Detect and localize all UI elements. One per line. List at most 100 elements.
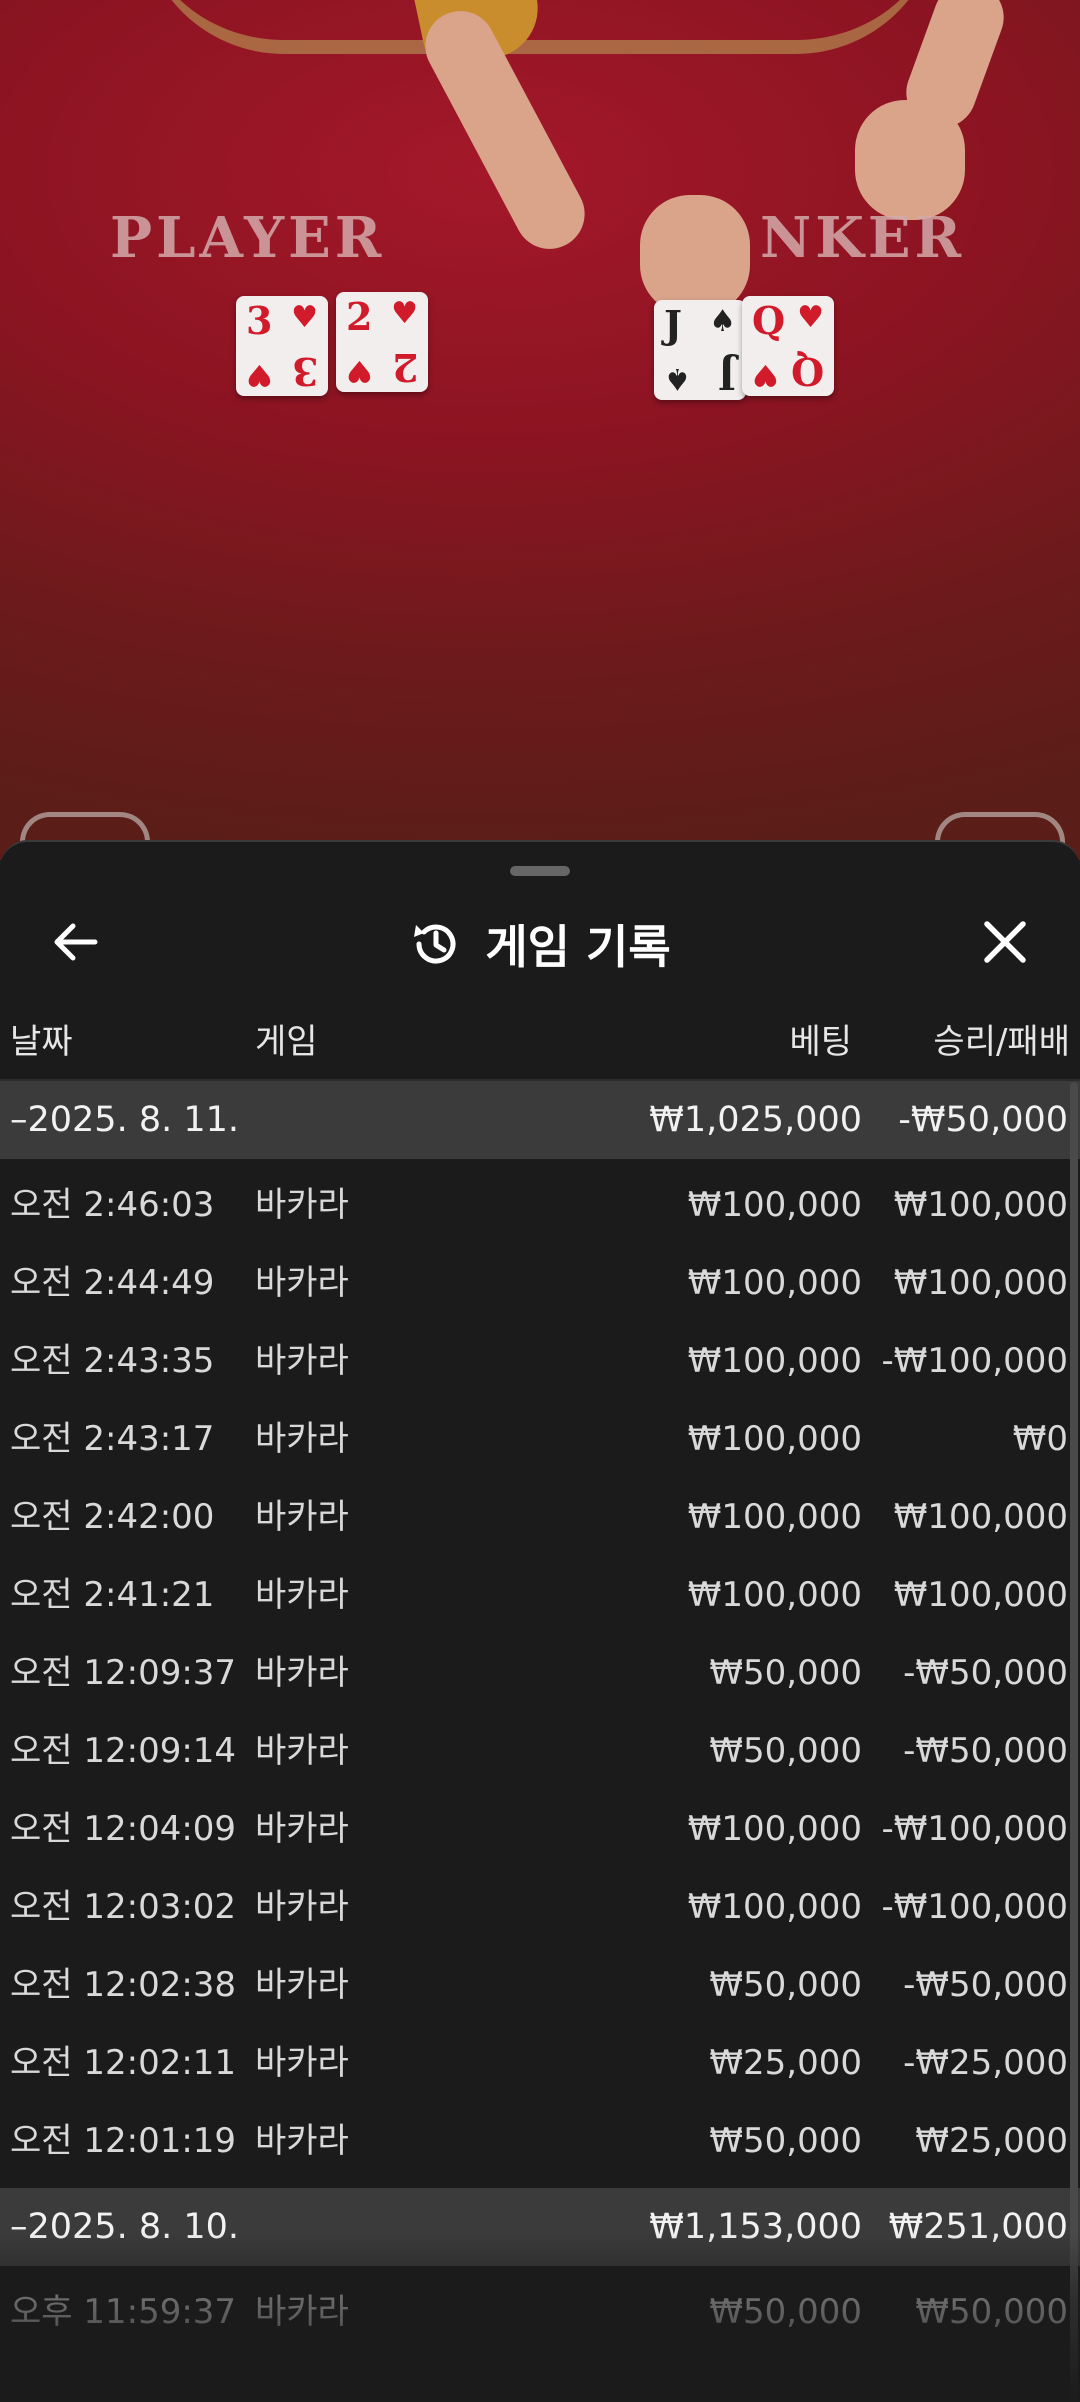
banker-card-1: J ♠ J ♠ bbox=[654, 300, 746, 400]
drag-handle[interactable] bbox=[510, 866, 570, 876]
table-row[interactable]: 오전 12:01:19 바카라 ₩50,000 ₩25,000 bbox=[0, 2102, 1080, 2180]
row-bet: ₩25,000 bbox=[709, 2043, 862, 2083]
table-row[interactable]: 오전 2:44:49 바카라 ₩100,000 ₩100,000 bbox=[0, 1244, 1080, 1322]
player-card-2: 2 ♥ 2 ♥ bbox=[336, 292, 428, 392]
column-header-bet[interactable]: 베팅 bbox=[789, 1014, 852, 1063]
row-result: ₩100,000 bbox=[893, 1263, 1068, 1303]
row-result: ₩50,000 bbox=[915, 2292, 1068, 2332]
row-bet: ₩50,000 bbox=[709, 1653, 862, 1693]
row-result: ₩100,000 bbox=[893, 1575, 1068, 1615]
row-game: 바카라 bbox=[255, 2043, 349, 2083]
table-row[interactable]: 오전 12:02:11 바카라 ₩25,000 -₩25,000 bbox=[0, 2024, 1080, 2102]
heart-suit-icon: ♥ bbox=[246, 357, 273, 392]
card-rank-inverted: 2 bbox=[391, 345, 418, 390]
column-header-date[interactable]: 날짜 bbox=[10, 1014, 73, 1063]
table-row[interactable]: 오전 2:43:17 바카라 ₩100,000 ₩0 bbox=[0, 1400, 1080, 1478]
row-result: ₩100,000 bbox=[893, 1497, 1068, 1537]
table-row[interactable]: 오전 2:43:35 바카라 ₩100,000 -₩100,000 bbox=[0, 1322, 1080, 1400]
card-rank: 2 bbox=[346, 294, 373, 339]
row-game: 바카라 bbox=[255, 2292, 349, 2332]
row-time: 오전 12:09:14 bbox=[10, 1731, 237, 1771]
row-result: ₩0 bbox=[1012, 1419, 1068, 1459]
row-time: 오전 12:02:38 bbox=[10, 1965, 237, 2005]
row-bet: ₩100,000 bbox=[687, 1497, 862, 1537]
row-time: 오전 12:03:02 bbox=[10, 1887, 237, 1927]
row-game: 바카라 bbox=[255, 1419, 349, 1459]
row-result: -₩50,000 bbox=[903, 1731, 1068, 1771]
group-date: –2025. 8. 10. bbox=[10, 2207, 240, 2247]
row-game: 바카라 bbox=[255, 1887, 349, 1927]
group-date: –2025. 8. 11. bbox=[10, 1100, 240, 1140]
heart-suit-icon: ♥ bbox=[752, 357, 779, 392]
column-header-result[interactable]: 승리/패배 bbox=[933, 1014, 1070, 1063]
page-title: 게임 기록 bbox=[485, 920, 671, 974]
row-time: 오전 2:43:35 bbox=[10, 1341, 215, 1381]
heart-suit-icon: ♥ bbox=[346, 353, 373, 388]
row-game: 바카라 bbox=[255, 1731, 349, 1771]
row-bet: ₩100,000 bbox=[687, 1419, 862, 1459]
row-bet: ₩100,000 bbox=[687, 1263, 862, 1303]
row-game: 바카라 bbox=[255, 1341, 349, 1381]
row-game: 바카라 bbox=[255, 1497, 349, 1537]
table-row[interactable]: 오전 12:02:38 바카라 ₩50,000 -₩50,000 bbox=[0, 1946, 1080, 2024]
card-rank: 3 bbox=[246, 298, 273, 343]
live-video-feed: PLAYER NKER 3 ♥ 3 ♥ 2 ♥ 2 ♥ J ♠ J ♠ Q ♥ … bbox=[0, 0, 1080, 860]
row-time: 오전 12:09:37 bbox=[10, 1653, 237, 1693]
row-result: -₩25,000 bbox=[903, 2043, 1068, 2083]
dealer-hand-right bbox=[855, 100, 965, 220]
heart-suit-icon: ♥ bbox=[797, 300, 824, 335]
row-time: 오전 2:41:21 bbox=[10, 1575, 215, 1615]
row-time: 오전 12:02:11 bbox=[10, 2043, 237, 2083]
group-result-total: ₩251,000 bbox=[888, 2207, 1068, 2247]
row-game: 바카라 bbox=[255, 1263, 349, 1303]
sheet-header: 게임 기록 bbox=[0, 892, 1080, 992]
game-history-sheet: 게임 기록 날짜 게임 베팅 승리/패배 –2025. 8. 11. ₩1,02… bbox=[0, 840, 1080, 2402]
table-row[interactable]: 오전 12:09:14 바카라 ₩50,000 -₩50,000 bbox=[0, 1712, 1080, 1790]
row-time: 오후 11:59:37 bbox=[10, 2292, 237, 2332]
spade-suit-icon: ♠ bbox=[664, 361, 691, 396]
row-result: -₩50,000 bbox=[903, 1653, 1068, 1693]
scrollbar[interactable] bbox=[1070, 1082, 1078, 2402]
row-game: 바카라 bbox=[255, 1575, 349, 1615]
row-time: 오전 2:43:17 bbox=[10, 1419, 215, 1459]
card-rank-inverted: 3 bbox=[291, 349, 318, 394]
row-result: -₩100,000 bbox=[881, 1341, 1069, 1381]
table-row[interactable]: 오전 2:42:00 바카라 ₩100,000 ₩100,000 bbox=[0, 1478, 1080, 1556]
table-row[interactable]: 오전 12:09:37 바카라 ₩50,000 -₩50,000 bbox=[0, 1634, 1080, 1712]
row-bet: ₩50,000 bbox=[709, 2292, 862, 2332]
row-time: 오전 12:04:09 bbox=[10, 1809, 237, 1849]
row-game: 바카라 bbox=[255, 1809, 349, 1849]
row-game: 바카라 bbox=[255, 1185, 349, 1225]
table-row[interactable]: 오전 12:03:02 바카라 ₩100,000 -₩100,000 bbox=[0, 1868, 1080, 1946]
row-result: -₩50,000 bbox=[903, 1965, 1068, 2005]
column-header-game[interactable]: 게임 bbox=[255, 1014, 318, 1063]
close-icon bbox=[984, 921, 1026, 963]
row-bet: ₩100,000 bbox=[687, 1809, 862, 1849]
card-rank: Q bbox=[752, 298, 786, 343]
dealer-hand-left bbox=[640, 195, 750, 315]
row-bet: ₩50,000 bbox=[709, 2121, 862, 2161]
table-row[interactable]: 오전 2:41:21 바카라 ₩100,000 ₩100,000 bbox=[0, 1556, 1080, 1634]
table-row[interactable]: 오전 2:46:03 바카라 ₩100,000 ₩100,000 bbox=[0, 1166, 1080, 1244]
row-bet: ₩100,000 bbox=[687, 1185, 862, 1225]
player-label: PLAYER bbox=[110, 205, 386, 271]
row-time: 오전 2:46:03 bbox=[10, 1185, 215, 1225]
row-result: -₩100,000 bbox=[881, 1809, 1069, 1849]
banker-card-2: Q ♥ Q ♥ bbox=[742, 296, 834, 396]
row-time: 오전 2:42:00 bbox=[10, 1497, 215, 1537]
row-bet: ₩50,000 bbox=[709, 1965, 862, 2005]
heart-suit-icon: ♥ bbox=[391, 296, 418, 331]
card-rank: J bbox=[664, 302, 682, 347]
row-result: -₩100,000 bbox=[881, 1887, 1069, 1927]
row-game: 바카라 bbox=[255, 1653, 349, 1693]
row-bet: ₩50,000 bbox=[709, 1731, 862, 1771]
banker-label: NKER bbox=[760, 205, 966, 271]
row-bet: ₩100,000 bbox=[687, 1575, 862, 1615]
close-button[interactable] bbox=[970, 912, 1040, 972]
card-rank-inverted: Q bbox=[790, 349, 824, 394]
table-row[interactable]: 오후 11:59:37 바카라 ₩50,000 ₩50,000 bbox=[0, 2273, 1080, 2351]
date-group-header[interactable]: –2025. 8. 11. ₩1,025,000 -₩50,000 bbox=[0, 1081, 1080, 1159]
table-row[interactable]: 오전 12:04:09 바카라 ₩100,000 -₩100,000 bbox=[0, 1790, 1080, 1868]
group-result-total: -₩50,000 bbox=[898, 1100, 1068, 1140]
date-group-header[interactable]: –2025. 8. 10. ₩1,153,000 ₩251,000 bbox=[0, 2188, 1080, 2266]
